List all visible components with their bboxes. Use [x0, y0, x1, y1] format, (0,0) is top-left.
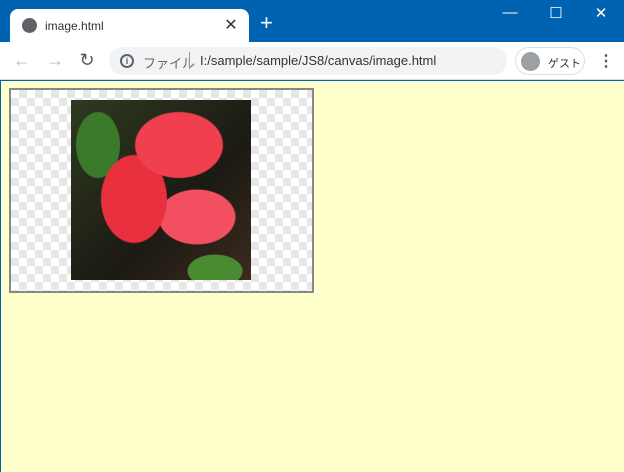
maximize-button[interactable]: ☐: [541, 4, 571, 22]
back-button[interactable]: ←: [12, 50, 32, 71]
forward-button[interactable]: →: [45, 50, 65, 71]
scheme-label: ファイル: [143, 56, 196, 71]
toolbar: ← → ↻ i ファイル I:/sample/sample/JS8/canvas…: [0, 42, 624, 80]
tab-image-html[interactable]: image.html ✕: [10, 9, 249, 43]
canvas: [9, 88, 314, 293]
info-icon[interactable]: i: [120, 54, 134, 68]
tab-close-button[interactable]: ✕: [221, 15, 241, 35]
profile-button[interactable]: ゲスト: [515, 47, 585, 75]
page-content: [1, 81, 624, 472]
url-text[interactable]: I:/sample/sample/JS8/canvas/image.html: [200, 53, 436, 68]
title-bar: image.html ✕ + — ☐ ✕: [0, 0, 624, 43]
new-tab-button[interactable]: +: [260, 12, 273, 34]
reload-button[interactable]: ↻: [77, 50, 97, 71]
window-close-button[interactable]: ✕: [586, 4, 616, 22]
menu-button[interactable]: ⋮: [598, 51, 614, 71]
minimize-button[interactable]: —: [495, 4, 525, 21]
divider: [189, 52, 190, 69]
address-bar[interactable]: i ファイル I:/sample/sample/JS8/canvas/image…: [109, 47, 507, 75]
profile-label: ゲスト: [548, 58, 581, 70]
globe-icon: [22, 18, 37, 33]
avatar-icon: [521, 52, 540, 71]
hibiscus-image: [71, 100, 251, 280]
tab-title: image.html: [45, 19, 104, 33]
